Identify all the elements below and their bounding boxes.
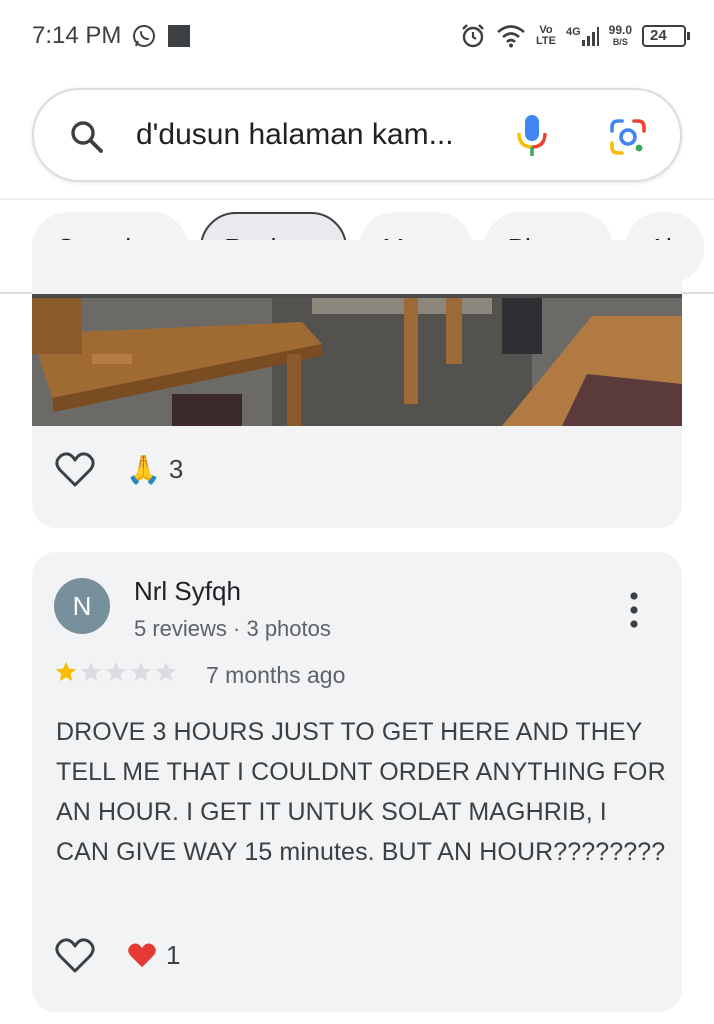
review-card-previous: 🙏 3 [32, 240, 682, 528]
star-empty-icon [131, 662, 151, 681]
volte-indicator: Vo LTE [536, 25, 556, 47]
heart-emoji [126, 940, 158, 970]
review-date: 7 months ago [206, 662, 346, 688]
speed-unit: B/S [612, 37, 628, 47]
divider [0, 198, 714, 200]
volte-bottom: LTE [535, 35, 556, 47]
more-options-icon[interactable] [624, 590, 644, 630]
status-indicators: Vo LTE 4G 99.0 B/S 24 [460, 18, 690, 54]
review-card: N Nrl Syfqh 5 reviews · 3 photos 7 month… [32, 552, 682, 1012]
reaction-count: 3 [168, 453, 184, 484]
pray-emoji: 🙏 [126, 453, 161, 485]
alarm-icon [462, 24, 484, 48]
notification-icon [168, 25, 190, 47]
review-photo[interactable] [32, 294, 682, 426]
battery-icon: 24 [642, 25, 690, 47]
search-bar[interactable]: d'dusun halaman kam... [32, 88, 682, 182]
search-icon[interactable] [68, 118, 106, 156]
star-empty-icon [106, 662, 126, 681]
red-heart-icon [128, 943, 156, 968]
star-empty-icon [81, 662, 101, 681]
speed-value: 99.0 [608, 23, 632, 37]
status-time: 7:14 PM [32, 22, 122, 49]
network-speed: 99.0 B/S [609, 24, 632, 48]
status-bar: 7:14 PM Vo LTE 4G 99.0 B/S 24 [0, 0, 714, 72]
battery-level: 24 [650, 27, 667, 44]
star-rating [54, 660, 178, 684]
reaction-count: 1 [166, 939, 181, 970]
heart-outline-icon[interactable] [54, 936, 96, 974]
mic-icon[interactable] [514, 113, 550, 159]
network-type: 4G [565, 26, 581, 38]
lens-icon[interactable] [608, 117, 648, 157]
heart-outline-icon[interactable] [54, 450, 96, 488]
reviewer-meta: 5 reviews · 3 photos [134, 616, 331, 641]
star-empty-icon [156, 662, 176, 681]
review-text: DROVE 3 HOURS JUST TO GET HERE AND THEY … [56, 718, 666, 866]
search-input[interactable]: d'dusun halaman kam... [136, 118, 454, 152]
signal-icon [581, 27, 599, 46]
wifi-icon [497, 25, 525, 48]
reaction-row: 🙏 3 [54, 450, 183, 488]
star-filled-icon [56, 662, 76, 681]
reaction-row: 1 [54, 936, 180, 974]
whatsapp-icon [133, 25, 155, 47]
avatar[interactable]: N [54, 578, 110, 634]
reviewer-name[interactable]: Nrl Syfqh [134, 576, 241, 607]
